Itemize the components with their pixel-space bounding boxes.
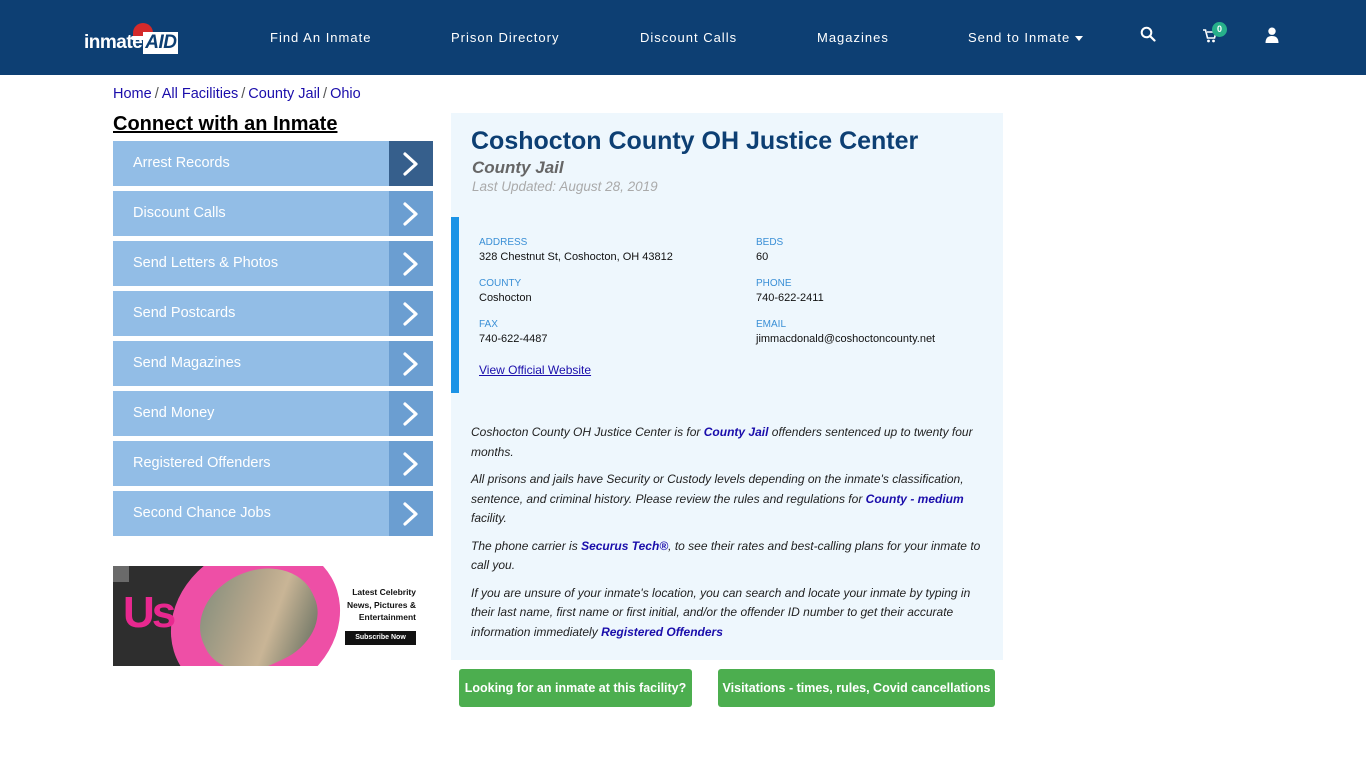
sidebar-item-label: Send Magazines: [133, 355, 242, 371]
email-value: jimmacdonald@coshoctoncounty.net: [756, 333, 936, 345]
desc-text: facility.: [471, 511, 507, 525]
fax-label: FAX: [479, 319, 498, 330]
chevron-right-icon: [389, 341, 433, 386]
address-value: 328 Chestnut St, Coshocton, OH 43812: [479, 251, 673, 263]
securus-tech-link[interactable]: Securus Tech®: [581, 539, 668, 553]
cart-count-badge: 0: [1212, 22, 1227, 37]
sidebar-item-label: Discount Calls: [133, 205, 226, 221]
sidebar-item-send-magazines[interactable]: Send Magazines: [113, 341, 433, 386]
inmateaid-logo[interactable]: inmate AID: [84, 22, 184, 58]
email-label: EMAIL: [756, 319, 787, 330]
phone-value: 740-622-2411: [756, 292, 824, 304]
chevron-right-icon: [389, 191, 433, 236]
phone-label: PHONE: [756, 278, 792, 289]
breadcrumb-all-facilities[interactable]: All Facilities: [162, 86, 239, 102]
description-paragraph: Coshocton County OH Justice Center is fo…: [471, 423, 986, 462]
beds-field: BEDS 60: [756, 237, 783, 263]
sidebar-item-discount-calls[interactable]: Discount Calls: [113, 191, 433, 236]
sidebar-item-label: Send Postcards: [133, 305, 236, 321]
ad-tagline: Latest Celebrity News, Pictures & Entert…: [347, 586, 416, 624]
county-medium-link[interactable]: County - medium: [866, 492, 964, 506]
facility-panel: Coshocton County OH Justice Center Count…: [451, 113, 1003, 660]
description-paragraph: The phone carrier is Securus Tech®, to s…: [471, 537, 986, 576]
sidebar-item-send-letters-photos[interactable]: Send Letters & Photos: [113, 241, 433, 286]
us-weekly-logo: Us: [123, 588, 176, 637]
chevron-right-icon: [389, 141, 433, 186]
us-weekly-ad-banner[interactable]: Us Latest Celebrity News, Pictures & Ent…: [113, 566, 433, 666]
breadcrumb-ohio[interactable]: Ohio: [330, 86, 361, 102]
breadcrumb-county-jail[interactable]: County Jail: [248, 86, 320, 102]
county-label: COUNTY: [479, 278, 522, 289]
user-icon[interactable]: [1265, 27, 1285, 47]
county-value: Coshocton: [479, 292, 532, 304]
ad-line: Entertainment: [358, 612, 416, 622]
beds-label: BEDS: [756, 237, 784, 248]
breadcrumb-home[interactable]: Home: [113, 86, 152, 102]
breadcrumb-separator: /: [241, 86, 246, 102]
nav-find-an-inmate[interactable]: Find An Inmate: [270, 30, 371, 45]
description-paragraph: If you are unsure of your inmate's locat…: [471, 584, 986, 643]
chevron-right-icon: [389, 241, 433, 286]
top-navbar: inmate AID Find An Inmate Prison Director…: [0, 0, 1366, 75]
desc-text: Coshocton County OH Justice Center is fo…: [471, 425, 704, 439]
caret-down-icon: [1075, 36, 1084, 42]
facility-type: County Jail: [472, 158, 564, 177]
view-official-website-link[interactable]: View Official Website: [479, 363, 591, 377]
fax-value: 740-622-4487: [479, 333, 548, 345]
sidebar-item-send-postcards[interactable]: Send Postcards: [113, 291, 433, 336]
facility-name: Coshocton County OH Justice Center: [471, 127, 919, 155]
ad-line: Latest Celebrity: [352, 587, 416, 597]
fax-field: FAX 740-622-4487: [479, 319, 548, 345]
nav-send-to-inmate[interactable]: Send to Inmate: [968, 30, 1084, 45]
sidebar-item-second-chance-jobs[interactable]: Second Chance Jobs: [113, 491, 433, 536]
nav-magazines[interactable]: Magazines: [817, 30, 889, 45]
chevron-right-icon: [389, 441, 433, 486]
search-icon[interactable]: [1140, 26, 1160, 46]
visitations-button[interactable]: Visitations - times, rules, Covid cancel…: [718, 669, 995, 707]
county-jail-link[interactable]: County Jail: [704, 425, 769, 439]
facility-description: Coshocton County OH Justice Center is fo…: [471, 423, 986, 650]
sidebar-item-label: Send Money: [133, 405, 215, 421]
sidebar-menu: Arrest Records Discount Calls Send Lette…: [113, 141, 433, 541]
ad-corner: [113, 566, 129, 582]
desc-text: The phone carrier is: [471, 538, 582, 553]
address-field: ADDRESS 328 Chestnut St, Coshocton, OH 4…: [479, 237, 673, 263]
county-field: COUNTY Coshocton: [479, 278, 532, 304]
logo-text: inmate AID: [84, 32, 179, 54]
find-inmate-at-facility-button[interactable]: Looking for an inmate at this facility?: [459, 669, 692, 707]
sidebar-item-label: Arrest Records: [133, 155, 230, 171]
registered-offenders-link[interactable]: Registered Offenders: [601, 625, 723, 639]
description-paragraph: All prisons and jails have Security or C…: [471, 470, 986, 529]
sidebar-item-registered-offenders[interactable]: Registered Offenders: [113, 441, 433, 486]
phone-field: PHONE 740-622-2411: [756, 278, 824, 304]
chevron-right-icon: [389, 491, 433, 536]
nav-discount-calls[interactable]: Discount Calls: [640, 30, 737, 45]
ad-subscribe-button[interactable]: Subscribe Now: [345, 631, 416, 645]
breadcrumb-separator: /: [154, 86, 159, 102]
info-accent-bar: [451, 217, 459, 393]
last-updated: Last Updated: August 28, 2019: [472, 179, 658, 194]
chevron-right-icon: [389, 291, 433, 336]
sidebar-item-label: Registered Offenders: [133, 455, 271, 471]
sidebar-item-arrest-records[interactable]: Arrest Records: [113, 141, 433, 186]
ad-line: News, Pictures &: [347, 599, 416, 610]
facility-info-box: ADDRESS 328 Chestnut St, Coshocton, OH 4…: [451, 217, 1003, 393]
breadcrumb: Home / All Facilities / County Jail / Ohio: [113, 86, 361, 102]
breadcrumb-separator: /: [323, 86, 328, 102]
address-label: ADDRESS: [479, 237, 528, 248]
beds-value: 60: [756, 251, 769, 263]
nav-prison-directory[interactable]: Prison Directory: [451, 30, 559, 45]
chevron-right-icon: [389, 391, 433, 436]
sidebar-item-label: Send Letters & Photos: [133, 255, 279, 271]
sidebar-item-send-money[interactable]: Send Money: [113, 391, 433, 436]
nav-send-to-inmate-label: Send to Inmate: [968, 30, 1071, 45]
sidebar-item-label: Second Chance Jobs: [133, 505, 271, 521]
connect-with-inmate-heading: Connect with an Inmate: [113, 113, 338, 135]
email-field: EMAIL jimmacdonald@coshoctoncounty.net: [756, 319, 935, 345]
